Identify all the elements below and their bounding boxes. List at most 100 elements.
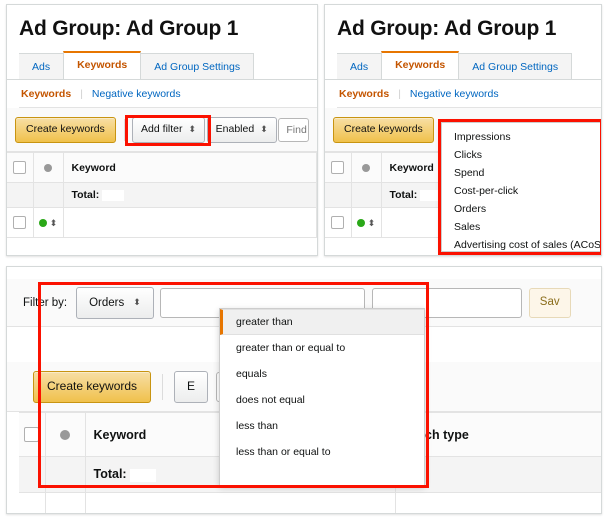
total-dot-cell bbox=[33, 182, 64, 208]
status-dot-icon bbox=[44, 163, 52, 172]
page-title: Ad Group: Ad Group 1 bbox=[19, 17, 239, 40]
total-label: Total: bbox=[93, 467, 127, 482]
row-select-cell[interactable] bbox=[19, 492, 46, 513]
status-enabled-icon bbox=[356, 218, 365, 227]
menu-item-sales[interactable]: Sales bbox=[442, 218, 601, 236]
status-header-cell bbox=[33, 152, 64, 183]
keywords-table: Keyword Total: ⬍ bbox=[7, 152, 317, 238]
toolbar-divider bbox=[162, 373, 164, 400]
subnav-separator: | bbox=[398, 87, 401, 100]
stepper-icon: ⬍ bbox=[260, 124, 268, 134]
tab-ads[interactable]: Ads bbox=[19, 53, 65, 79]
select-all-checkbox[interactable] bbox=[331, 161, 345, 174]
sub-navigation: Keywords | Negative keywords bbox=[19, 80, 317, 108]
create-keywords-button[interactable]: Create keywords bbox=[15, 116, 116, 143]
table-header-row: Keyword bbox=[7, 152, 317, 183]
add-filter-label: Add filter bbox=[141, 123, 183, 135]
subnav-keywords[interactable]: Keywords bbox=[339, 88, 389, 100]
panel-filter-operator-menu: Filter by: Orders ⬍ Sav Create keywords … bbox=[6, 266, 602, 514]
keyword-header-cell[interactable]: Keyword bbox=[63, 152, 317, 183]
stepper-icon: ⬍ bbox=[133, 297, 141, 307]
state-filter-label: Enabled bbox=[215, 123, 255, 135]
match-type-header-cell[interactable]: Match type bbox=[395, 412, 601, 457]
row-keyword-cell bbox=[85, 492, 396, 513]
status-dot-icon bbox=[362, 163, 370, 172]
tab-keywords[interactable]: Keywords bbox=[381, 51, 460, 79]
subnav-negative-keywords[interactable]: Negative keywords bbox=[410, 88, 499, 100]
total-value-box bbox=[420, 189, 443, 201]
menu-item-equals[interactable]: equals bbox=[220, 361, 424, 387]
menu-item-clicks[interactable]: Clicks bbox=[442, 146, 601, 164]
filter-operator-menu[interactable]: greater than greater than or equal to eq… bbox=[219, 308, 425, 486]
state-filter-label: E bbox=[187, 379, 196, 393]
tab-ad-group-settings[interactable]: Ad Group Settings bbox=[458, 53, 573, 79]
row-status-cell[interactable] bbox=[45, 492, 86, 513]
tab-ad-group-settings[interactable]: Ad Group Settings bbox=[140, 53, 255, 79]
select-all-cell[interactable] bbox=[325, 152, 352, 183]
create-keywords-button[interactable]: Create keywords bbox=[33, 370, 152, 403]
subnav-negative-keywords[interactable]: Negative keywords bbox=[92, 88, 181, 100]
menu-item-acos[interactable]: Advertising cost of sales (ACoS) bbox=[442, 236, 601, 254]
tab-strip: Ads Keywords Ad Group Settings bbox=[7, 51, 317, 80]
total-chk-cell bbox=[7, 182, 34, 208]
status-dot-icon bbox=[60, 429, 70, 440]
save-filter-button[interactable]: Sav bbox=[528, 287, 571, 318]
create-keywords-button[interactable]: Create keywords bbox=[333, 116, 434, 143]
row-select-cell[interactable] bbox=[325, 207, 352, 238]
total-value-box bbox=[102, 189, 125, 201]
total-dot-cell bbox=[351, 182, 382, 208]
add-filter-metrics-menu[interactable]: Impressions Clicks Spend Cost-per-click … bbox=[441, 122, 601, 252]
select-all-checkbox[interactable] bbox=[24, 427, 40, 442]
menu-item-orders[interactable]: Orders bbox=[442, 200, 601, 218]
sub-navigation: Keywords | Negative keywords bbox=[337, 80, 601, 108]
state-filter-select[interactable]: E bbox=[174, 370, 209, 403]
total-label: Total: bbox=[389, 189, 418, 201]
keywords-toolbar: Create keywords Add filter ⬍ Enabled ⬍ F… bbox=[7, 108, 317, 152]
row-match-type-cell bbox=[395, 492, 601, 513]
subnav-keywords[interactable]: Keywords bbox=[21, 88, 71, 100]
stepper-icon[interactable]: ⬍ bbox=[50, 218, 58, 228]
table-row bbox=[19, 492, 601, 513]
table-total-row: Total: bbox=[7, 182, 317, 208]
select-all-checkbox[interactable] bbox=[13, 161, 27, 174]
add-filter-button[interactable]: Add filter ⬍ bbox=[132, 116, 206, 143]
search-input[interactable]: Find a k bbox=[278, 117, 309, 142]
menu-item-less-than[interactable]: less than bbox=[220, 413, 424, 439]
status-enabled-icon bbox=[38, 218, 47, 227]
filter-by-label: Filter by: bbox=[23, 296, 68, 309]
subnav-separator: | bbox=[80, 87, 83, 100]
select-all-cell[interactable] bbox=[7, 152, 34, 183]
filter-field-select[interactable]: Orders ⬍ bbox=[76, 286, 154, 319]
menu-item-less-than-or-equal-to[interactable]: less than or equal to bbox=[220, 439, 424, 465]
total-value-box bbox=[129, 468, 156, 482]
select-all-cell[interactable] bbox=[19, 412, 46, 457]
menu-item-greater-than[interactable]: greater than bbox=[220, 309, 424, 335]
stepper-icon[interactable]: ⬍ bbox=[368, 218, 376, 228]
row-checkbox[interactable] bbox=[13, 216, 27, 229]
row-status-cell[interactable]: ⬍ bbox=[33, 207, 64, 238]
panel-ad-group-add-filter: Ad Group: Ad Group 1 Ads Keywords Ad Gro… bbox=[6, 4, 318, 256]
total-label: Total: bbox=[71, 189, 100, 201]
menu-item-cost-per-click[interactable]: Cost-per-click bbox=[442, 182, 601, 200]
menu-item-greater-than-or-equal-to[interactable]: greater than or equal to bbox=[220, 335, 424, 361]
panel-ad-group-metrics-menu: Ad Group: Ad Group 1 Ads Keywords Ad Gro… bbox=[324, 4, 602, 256]
row-checkbox[interactable] bbox=[331, 216, 345, 229]
total-match-type-cell bbox=[395, 456, 601, 493]
menu-item-spend[interactable]: Spend bbox=[442, 164, 601, 182]
row-select-cell[interactable] bbox=[7, 207, 34, 238]
table-row: ⬍ bbox=[7, 207, 317, 238]
total-label-cell: Total: bbox=[63, 182, 317, 208]
tab-strip: Ads Keywords Ad Group Settings bbox=[325, 51, 601, 80]
row-status-cell[interactable]: ⬍ bbox=[351, 207, 382, 238]
state-filter-select[interactable]: Enabled ⬍ bbox=[206, 116, 277, 143]
total-dot-cell bbox=[45, 456, 86, 493]
total-chk-cell bbox=[325, 182, 352, 208]
row-keyword-cell bbox=[63, 207, 317, 238]
tab-ads[interactable]: Ads bbox=[337, 53, 383, 79]
menu-item-impressions[interactable]: Impressions bbox=[442, 128, 601, 146]
total-chk-cell bbox=[19, 456, 46, 493]
status-header-cell bbox=[351, 152, 382, 183]
tab-keywords[interactable]: Keywords bbox=[63, 51, 142, 79]
menu-item-does-not-equal[interactable]: does not equal bbox=[220, 387, 424, 413]
stepper-icon: ⬍ bbox=[188, 124, 197, 134]
